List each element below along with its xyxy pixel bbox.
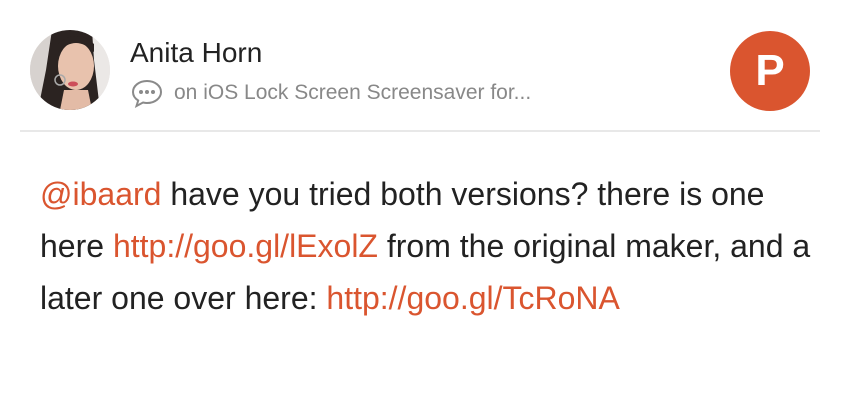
url-link-2[interactable]: http://goo.gl/TcRoNA	[326, 280, 619, 316]
avatar-photo	[30, 30, 110, 110]
mention-link[interactable]: @ibaard	[40, 176, 161, 212]
comment-body: @ibaard have you tried both versions? th…	[40, 168, 820, 324]
context-text: on iOS Lock Screen Screensaver for...	[174, 81, 532, 104]
brand-letter: P	[755, 46, 784, 95]
url-link-1[interactable]: http://goo.gl/lExolZ	[113, 228, 378, 264]
comment-context[interactable]: on iOS Lock Screen Screensaver for...	[130, 76, 531, 110]
divider	[20, 130, 820, 132]
speech-bubble-icon	[130, 78, 164, 109]
product-hunt-logo-icon[interactable]: P	[730, 31, 810, 111]
author-name[interactable]: Anita Horn	[130, 36, 262, 70]
comment-card: Anita Horn on iOS Lock Screen Screensave…	[0, 0, 843, 416]
avatar[interactable]	[30, 30, 110, 110]
